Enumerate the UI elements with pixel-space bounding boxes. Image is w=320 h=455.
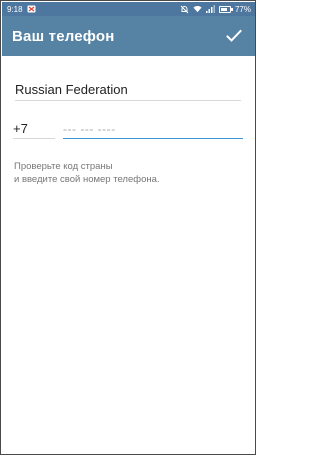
country-selector[interactable]: Russian Federation: [15, 79, 241, 101]
battery-fill: [220, 7, 228, 11]
battery-percent: 77%: [234, 4, 251, 14]
hint-line-1: Проверьте код страны: [14, 161, 113, 172]
hint-line-2: и введите свой номер телефона.: [14, 174, 160, 185]
status-time: 9:18: [7, 4, 23, 14]
phone-screen: 9:18 77% Ваш телефон Russian Federation …: [0, 0, 256, 455]
country-code-field[interactable]: +7: [13, 119, 55, 139]
alarm-off-icon: [180, 5, 189, 14]
signal-icon: [205, 5, 215, 14]
mail-notification-icon: [27, 5, 36, 14]
phone-number-input[interactable]: [63, 119, 243, 139]
check-icon: [226, 29, 242, 42]
app-bar: Ваш телефон: [2, 16, 255, 56]
battery-icon: [218, 5, 233, 13]
done-button[interactable]: [222, 24, 246, 48]
wifi-icon: [193, 5, 202, 14]
page-title: Ваш телефон: [12, 27, 115, 45]
hint-text: Проверьте код страны и введите свой номе…: [14, 160, 244, 186]
status-bar: 9:18 77%: [2, 2, 255, 16]
